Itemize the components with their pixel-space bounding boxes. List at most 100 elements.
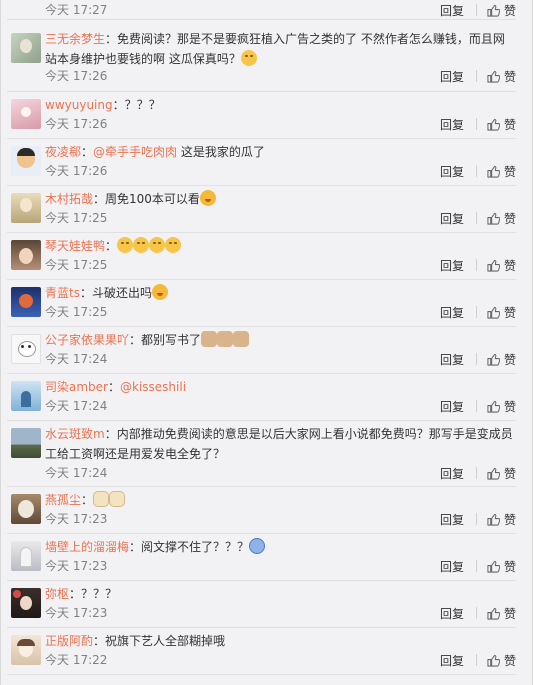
comment-actions: 回复 赞 — [440, 510, 516, 528]
reply-button[interactable]: 回复 — [440, 68, 464, 85]
avatar[interactable] — [11, 287, 41, 317]
comment-item: 弥枢：？？？ 今天 17:23 回复 赞 — [7, 580, 516, 628]
comment-text: 琴天娃娃鸭： — [45, 236, 516, 256]
thumbs-up-icon — [487, 306, 500, 319]
thumbs-up-icon — [487, 654, 500, 667]
thumbs-up-icon — [487, 4, 500, 17]
avatar[interactable] — [11, 193, 41, 223]
comment-body: 都别写书了 — [141, 333, 202, 347]
avatar[interactable] — [11, 146, 41, 176]
username-link[interactable]: 琴天娃娃鸭 — [45, 239, 105, 253]
comment-body: ？？？ — [124, 98, 161, 112]
comment-actions: 回复 赞 — [440, 303, 516, 321]
avatar[interactable] — [11, 428, 41, 458]
reply-button[interactable]: 回复 — [440, 304, 464, 321]
avatar[interactable] — [11, 494, 41, 524]
username-link[interactable]: 三无余梦生 — [45, 32, 105, 46]
like-button[interactable]: 赞 — [487, 304, 516, 321]
action-divider — [475, 306, 477, 318]
like-button[interactable]: 赞 — [487, 605, 516, 622]
like-button[interactable]: 赞 — [487, 163, 516, 180]
username-link[interactable]: 正版阿酌 — [45, 634, 93, 648]
comment-actions: 回复 赞 — [440, 350, 516, 368]
reply-button[interactable]: 回复 — [440, 652, 464, 669]
like-button[interactable]: 赞 — [487, 116, 516, 133]
username-link[interactable]: 燕孤尘 — [45, 493, 81, 507]
avatar[interactable] — [11, 240, 41, 270]
username-link[interactable]: 木村拓哉 — [45, 192, 93, 206]
like-button[interactable]: 赞 — [487, 2, 516, 19]
thumbs-up-icon — [487, 560, 500, 573]
comment-time: 今天 17:24 — [45, 352, 108, 366]
comment-actions: 回复 赞 — [440, 67, 516, 85]
reply-button[interactable]: 回复 — [440, 210, 464, 227]
comment-text: 木村拓哉：周免100本可以看 — [45, 189, 516, 209]
username-link[interactable]: 青蓝ts — [45, 286, 80, 300]
username-link[interactable]: wwyuyuing — [45, 98, 113, 112]
like-button[interactable]: 赞 — [487, 257, 516, 274]
reply-button[interactable]: 回复 — [440, 351, 464, 368]
username-link[interactable]: 夜凌郗 — [45, 145, 81, 159]
action-divider — [475, 400, 477, 412]
smile-emoji-icon — [149, 237, 166, 253]
reply-button[interactable]: 回复 — [440, 605, 464, 622]
thumbs-up-icon — [487, 467, 500, 480]
reply-button[interactable]: 回复 — [440, 2, 464, 19]
reply-button[interactable]: 回复 — [440, 398, 464, 415]
comment-text: 弥枢：？？？ — [45, 587, 118, 601]
avatar[interactable] — [11, 635, 41, 665]
dog-emoji-icon — [109, 491, 126, 507]
like-button[interactable]: 赞 — [487, 465, 516, 482]
username-link[interactable]: 水云斑致m — [45, 427, 105, 441]
comment-text: 夜凌郗：@牵手手吃肉肉 这是我家的瓜了 — [45, 145, 265, 159]
like-label: 赞 — [503, 117, 516, 132]
reply-button[interactable]: 回复 — [440, 511, 464, 528]
like-button[interactable]: 赞 — [487, 351, 516, 368]
comment-text: 燕孤尘： — [45, 490, 516, 510]
like-button[interactable]: 赞 — [487, 652, 516, 669]
username-link[interactable]: 弥枢 — [45, 587, 69, 601]
username-link[interactable]: 公子家依果果吖 — [45, 333, 129, 347]
username-link[interactable]: 墙壁上的溜溜梅 — [45, 540, 129, 554]
smile-emoji-icon — [117, 237, 134, 253]
avatar[interactable] — [11, 541, 41, 571]
comment-item: 燕孤尘： 今天 17:23 回复 赞 — [7, 486, 516, 534]
comment-item: 木村拓哉：周免100本可以看 今天 17:25 回复 赞 — [7, 185, 516, 233]
like-button[interactable]: 赞 — [487, 558, 516, 575]
like-button[interactable]: 赞 — [487, 68, 516, 85]
comment-item: 三无余梦生：免费阅读？那是不是要疯狂植入广告之类的了 不然作者怎么赚钱，而且网站… — [7, 19, 516, 92]
thumbs-up-icon — [487, 212, 500, 225]
thumbs-up-icon — [487, 607, 500, 620]
comment-time: 今天 17:22 — [45, 653, 108, 667]
reply-button[interactable]: 回复 — [440, 465, 464, 482]
comment-item: 水云斑致m：内部推动免费阅读的意思是以后大家网上看小说都免费吗？那写手是变成员工… — [7, 420, 516, 487]
reply-button[interactable]: 回复 — [440, 558, 464, 575]
avatar[interactable] — [11, 381, 41, 411]
reply-button[interactable]: 回复 — [440, 257, 464, 274]
comment-body: 斗破还出吗 — [91, 286, 152, 300]
like-button[interactable]: 赞 — [487, 210, 516, 227]
action-divider — [475, 353, 477, 365]
mention-link[interactable]: @牵手手吃肉肉 — [93, 145, 177, 159]
like-label: 赞 — [503, 653, 516, 668]
comment-item: 正版阿酌：祝旗下艺人全部糊掉哦 今天 17:22 回复 赞 — [7, 627, 516, 675]
mention-link[interactable]: @kisseshili — [120, 380, 186, 394]
action-divider — [475, 467, 477, 479]
like-label: 赞 — [503, 3, 516, 18]
comment-time: 今天 17:26 — [45, 69, 108, 83]
like-label: 赞 — [503, 399, 516, 414]
avatar[interactable] — [11, 334, 41, 364]
avatar[interactable] — [11, 588, 41, 618]
reply-button[interactable]: 回复 — [440, 116, 464, 133]
action-divider — [475, 654, 477, 666]
action-divider — [475, 560, 477, 572]
reply-button[interactable]: 回复 — [440, 163, 464, 180]
comment-actions: 回复 赞 — [440, 162, 516, 180]
username-link[interactable]: 司染amber — [45, 380, 108, 394]
avatar[interactable] — [11, 33, 41, 63]
like-button[interactable]: 赞 — [487, 511, 516, 528]
avatar[interactable] — [11, 99, 41, 129]
like-button[interactable]: 赞 — [487, 398, 516, 415]
comment-actions: 回复 赞 — [440, 464, 516, 482]
thumbs-up-icon — [487, 70, 500, 83]
